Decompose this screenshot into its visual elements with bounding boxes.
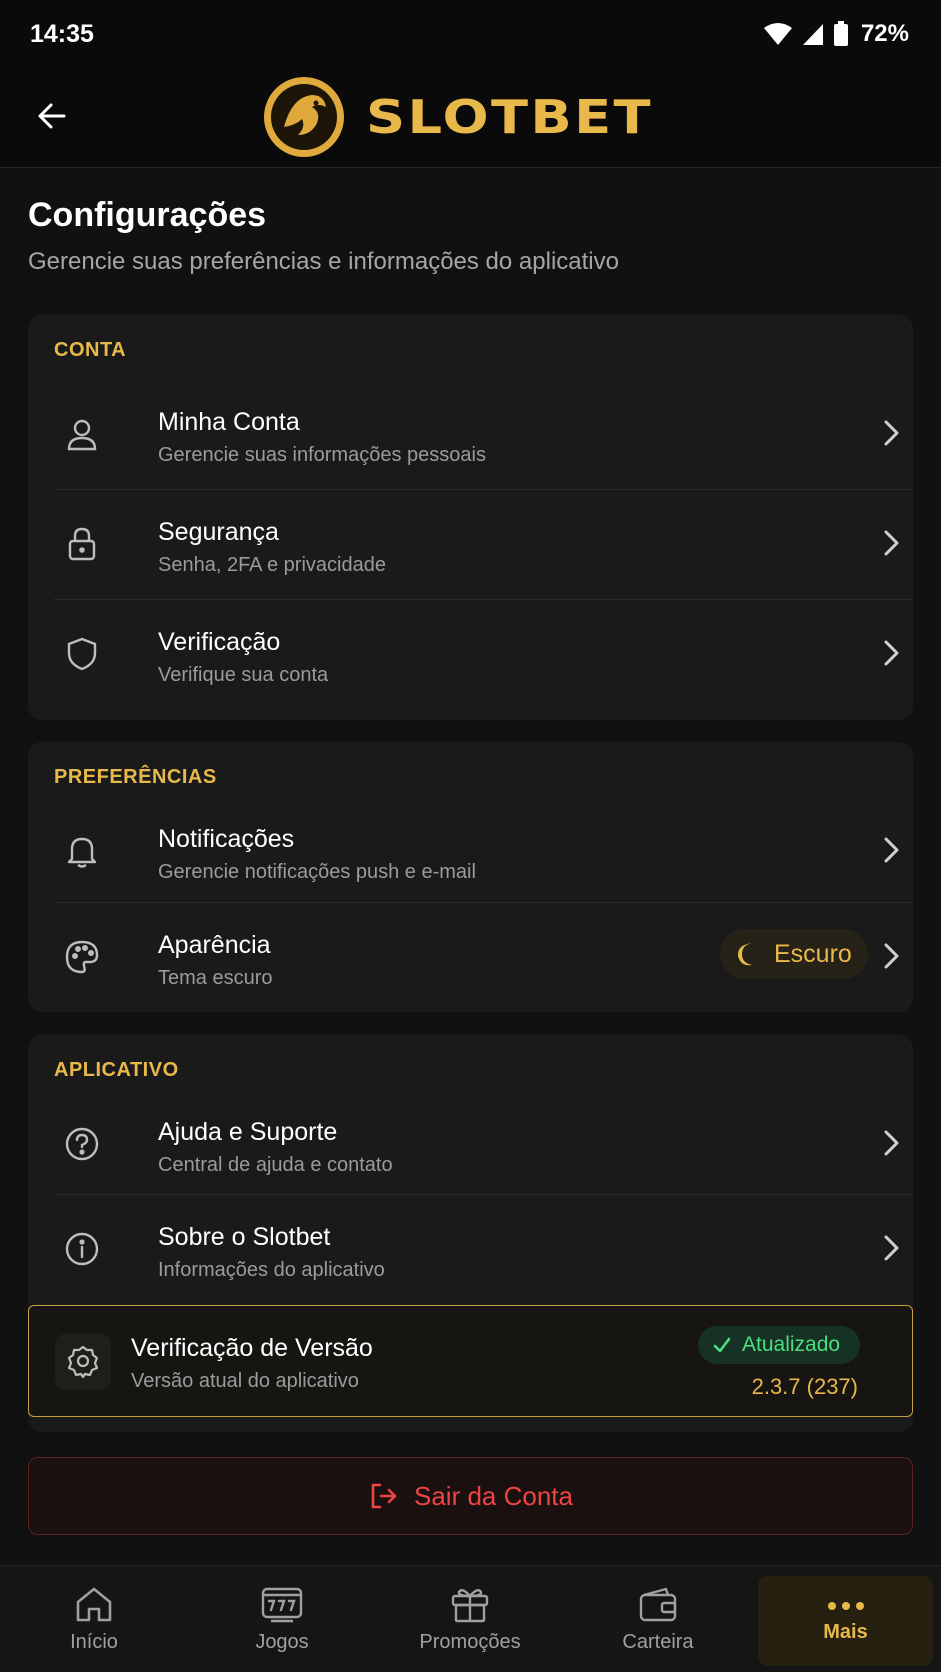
settings-item-minha-conta[interactable]: Minha Conta Gerencie suas informações pe… (54, 380, 912, 490)
status-badge-label: Atualizado (742, 1333, 841, 1356)
item-subtitle: Gerencie notificações push e e-mail (158, 861, 476, 883)
item-subtitle: Versão atual do aplicativo (131, 1370, 359, 1392)
status-icons: 72% (763, 20, 909, 48)
nav-label: Jogos (255, 1631, 309, 1653)
item-subtitle: Gerencie suas informações pessoais (158, 444, 486, 466)
user-icon (60, 412, 104, 456)
brand-name: SLOTBET (366, 90, 653, 144)
item-title: Sobre o Slotbet (158, 1223, 331, 1251)
item-title: Verificação de Versão (131, 1334, 373, 1362)
settings-screen: 14:35 72% SLOTBET Configurações Gerencie… (0, 0, 941, 1672)
section-preferencias: PREFERÊNCIAS Notificações Gerencie notif… (28, 742, 913, 1012)
moon-icon (737, 943, 752, 966)
chevron-right-icon (876, 1233, 906, 1263)
item-subtitle: Senha, 2FA e privacidade (158, 554, 386, 576)
dragon-emblem-icon (264, 77, 344, 157)
nav-item-carteira[interactable]: Carteira (564, 1566, 752, 1672)
info-icon (60, 1227, 104, 1271)
item-subtitle: Central de ajuda e contato (158, 1154, 393, 1176)
check-icon (713, 1337, 731, 1353)
nav-label: Carteira (622, 1631, 694, 1653)
bell-icon (60, 829, 104, 873)
shield-icon (60, 632, 104, 676)
theme-badge[interactable]: Escuro (720, 929, 868, 979)
item-title: Aparência (158, 931, 271, 959)
section-label-aplicativo: APLICATIVO (54, 1059, 179, 1081)
item-subtitle: Verifique sua conta (158, 664, 329, 686)
item-title: Segurança (158, 518, 279, 546)
nav-label: Mais (823, 1620, 868, 1643)
lock-icon (60, 522, 104, 566)
section-label-conta: CONTA (54, 339, 127, 361)
chevron-right-icon (876, 1128, 906, 1158)
item-title: Minha Conta (158, 408, 300, 436)
item-title: Ajuda e Suporte (158, 1118, 338, 1146)
brand-logo: SLOTBET (262, 74, 651, 160)
arrow-left-icon (38, 103, 66, 129)
item-subtitle: Informações do aplicativo (158, 1259, 385, 1281)
status-time: 14:35 (30, 19, 94, 48)
chevron-right-icon (876, 528, 906, 558)
battery-percent: 72% (860, 20, 909, 47)
settings-item-notificacoes[interactable]: Notificações Gerencie notificações push … (54, 797, 912, 903)
logout-label: Sair da Conta (414, 1480, 573, 1511)
page-subtitle: Gerencie suas preferências e informações… (28, 248, 619, 275)
version-number: 2.3.7 (237) (751, 1374, 858, 1399)
gift-icon (451, 1589, 489, 1623)
nav-item-mais[interactable]: Mais (758, 1576, 933, 1666)
settings-item-versao[interactable]: Verificação de Versão Versão atual do ap… (28, 1305, 913, 1417)
chevron-right-icon (876, 418, 906, 448)
badge-icon (55, 1334, 111, 1390)
status-badge: Atualizado (698, 1326, 860, 1364)
logout-icon (371, 1483, 397, 1509)
settings-item-ajuda[interactable]: Ajuda e Suporte Central de ajuda e conta… (54, 1090, 912, 1195)
nav-item-promocoes[interactable]: Promoções (376, 1566, 564, 1672)
more-dots-icon (827, 1601, 864, 1610)
palette-icon (60, 935, 104, 979)
section-label-preferencias: PREFERÊNCIAS (54, 766, 217, 788)
item-title: Verificação (158, 628, 281, 656)
home-icon (76, 1587, 112, 1622)
chevron-right-icon (876, 835, 906, 865)
nav-item-jogos[interactable]: Jogos (188, 1566, 376, 1672)
chevron-right-icon (876, 941, 906, 971)
battery-icon (833, 21, 848, 46)
chevron-right-icon (876, 638, 906, 668)
bottom-nav: Início Jogos Promoções Carteira Mais (0, 1565, 941, 1672)
app-header: SLOTBET (0, 68, 941, 168)
logout-button[interactable]: Sair da Conta (28, 1457, 913, 1535)
nav-label: Início (70, 1631, 118, 1653)
nav-item-inicio[interactable]: Início (0, 1566, 188, 1672)
item-subtitle: Tema escuro (158, 967, 273, 989)
status-bar: 14:35 72% (0, 0, 941, 68)
wallet-icon (639, 1587, 677, 1622)
theme-badge-label: Escuro (774, 939, 852, 968)
slot-machine-icon (261, 1587, 303, 1623)
section-conta: CONTA Minha Conta Gerencie suas informaç… (28, 315, 913, 720)
back-button[interactable] (30, 94, 74, 138)
help-circle-icon (60, 1122, 104, 1166)
item-title: Notificações (158, 825, 295, 853)
settings-item-sobre[interactable]: Sobre o Slotbet Informações do aplicativ… (54, 1195, 912, 1300)
nav-label: Promoções (419, 1631, 521, 1653)
page-title: Configurações (28, 196, 267, 234)
wifi-icon (763, 23, 792, 45)
settings-item-aparencia[interactable]: Aparência Tema escuro Escuro (54, 903, 912, 1009)
settings-item-verificacao[interactable]: Verificação Verifique sua conta (54, 600, 912, 710)
signal-icon (802, 24, 823, 45)
settings-item-seguranca[interactable]: Segurança Senha, 2FA e privacidade (54, 490, 912, 600)
